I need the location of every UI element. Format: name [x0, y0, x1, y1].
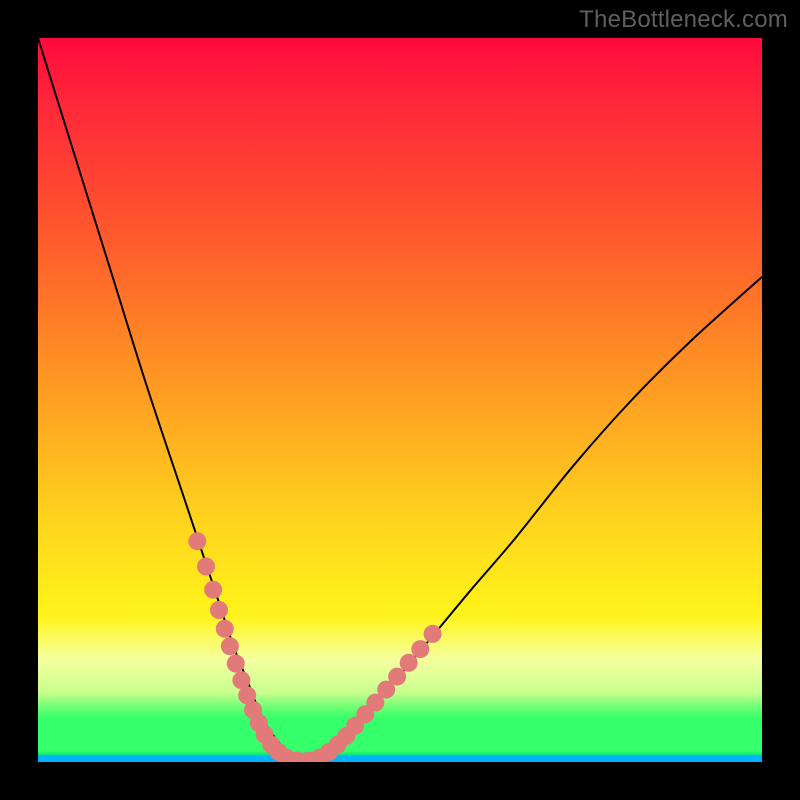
plot-area: [38, 38, 762, 762]
chart-frame: TheBottleneck.com: [0, 0, 800, 800]
watermark-text: TheBottleneck.com: [579, 6, 788, 34]
